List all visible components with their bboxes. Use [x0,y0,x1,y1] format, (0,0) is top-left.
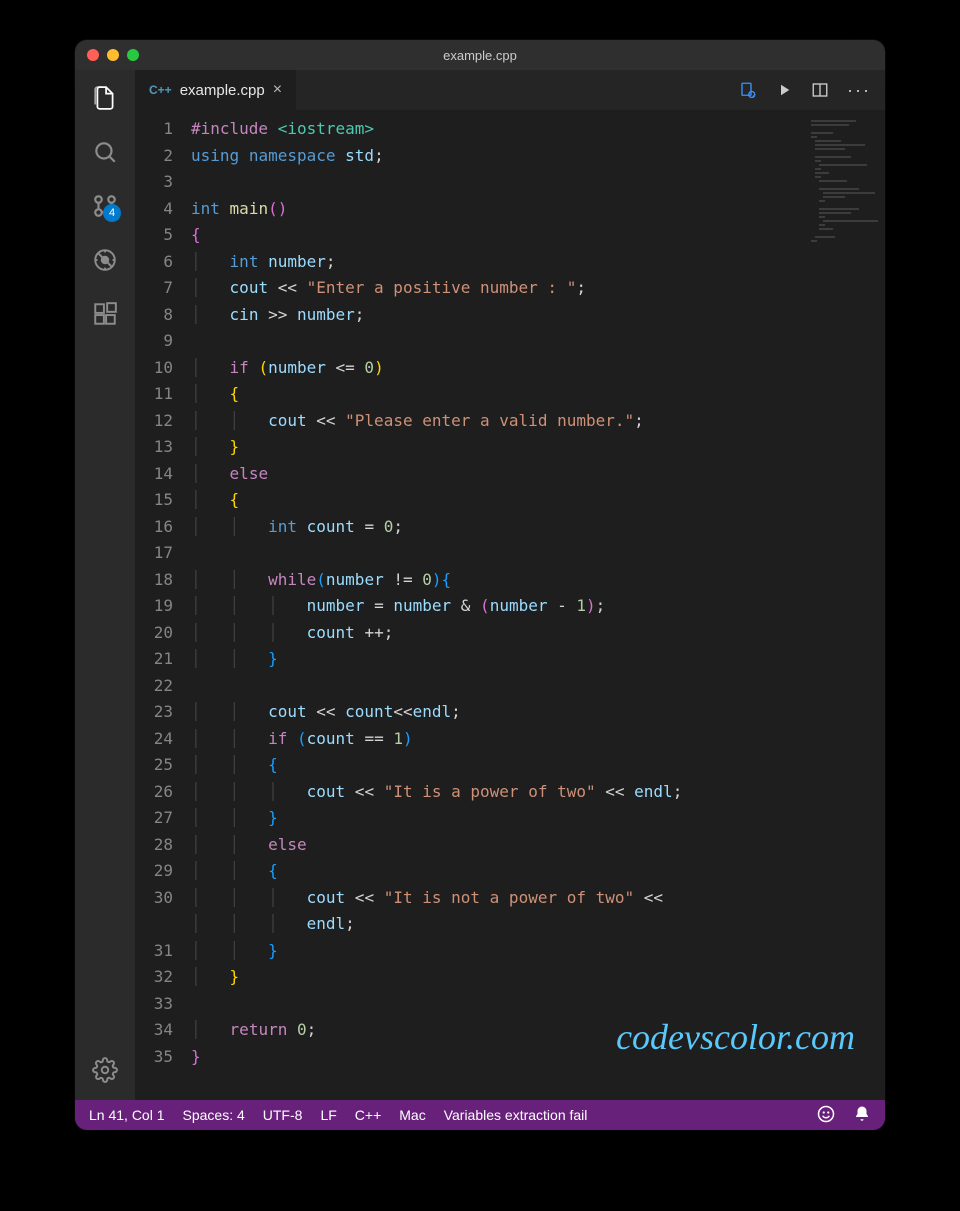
minimize-window-button[interactable] [107,49,119,61]
split-editor-icon[interactable] [811,81,829,99]
status-eol[interactable]: LF [320,1107,336,1123]
extensions-icon[interactable] [91,300,119,328]
line-number-gutter: 1234567891011121314151617181920212223242… [135,116,191,1070]
activity-bar: 4 [75,70,135,1100]
status-spaces[interactable]: Spaces: 4 [183,1107,245,1123]
run-icon[interactable] [775,81,793,99]
explorer-icon[interactable] [91,84,119,112]
scm-badge: 4 [103,204,121,222]
settings-icon[interactable] [91,1056,119,1084]
go-to-changes-icon[interactable] [739,81,757,99]
maximize-window-button[interactable] [127,49,139,61]
status-encoding[interactable]: UTF-8 [263,1107,303,1123]
editor-tabs: C++ example.cpp × ··· [135,70,885,110]
editor-actions: ··· [739,70,885,110]
vscode-window: example.cpp 4 [75,40,885,1130]
code-content[interactable]: #include <iostream>using namespace std; … [191,116,885,1070]
window-title: example.cpp [75,48,885,63]
bell-icon[interactable] [853,1105,871,1126]
traffic-lights [87,49,139,61]
more-actions-icon[interactable]: ··· [847,80,871,101]
close-tab-icon[interactable]: × [273,81,282,99]
status-os[interactable]: Mac [399,1107,425,1123]
tab-example-cpp[interactable]: C++ example.cpp × [135,70,296,110]
search-icon[interactable] [91,138,119,166]
status-bar: Ln 41, Col 1 Spaces: 4 UTF-8 LF C++ Mac … [75,1100,885,1130]
editor-area[interactable]: 1234567891011121314151617181920212223242… [135,110,885,1100]
debug-icon[interactable] [91,246,119,274]
tab-label: example.cpp [180,82,265,99]
status-language[interactable]: C++ [355,1107,381,1123]
status-message[interactable]: Variables extraction fail [444,1107,588,1123]
status-cursor[interactable]: Ln 41, Col 1 [89,1107,165,1123]
cpp-file-icon: C++ [149,83,172,97]
close-window-button[interactable] [87,49,99,61]
source-control-icon[interactable]: 4 [91,192,119,220]
titlebar: example.cpp [75,40,885,70]
feedback-icon[interactable] [817,1105,835,1126]
